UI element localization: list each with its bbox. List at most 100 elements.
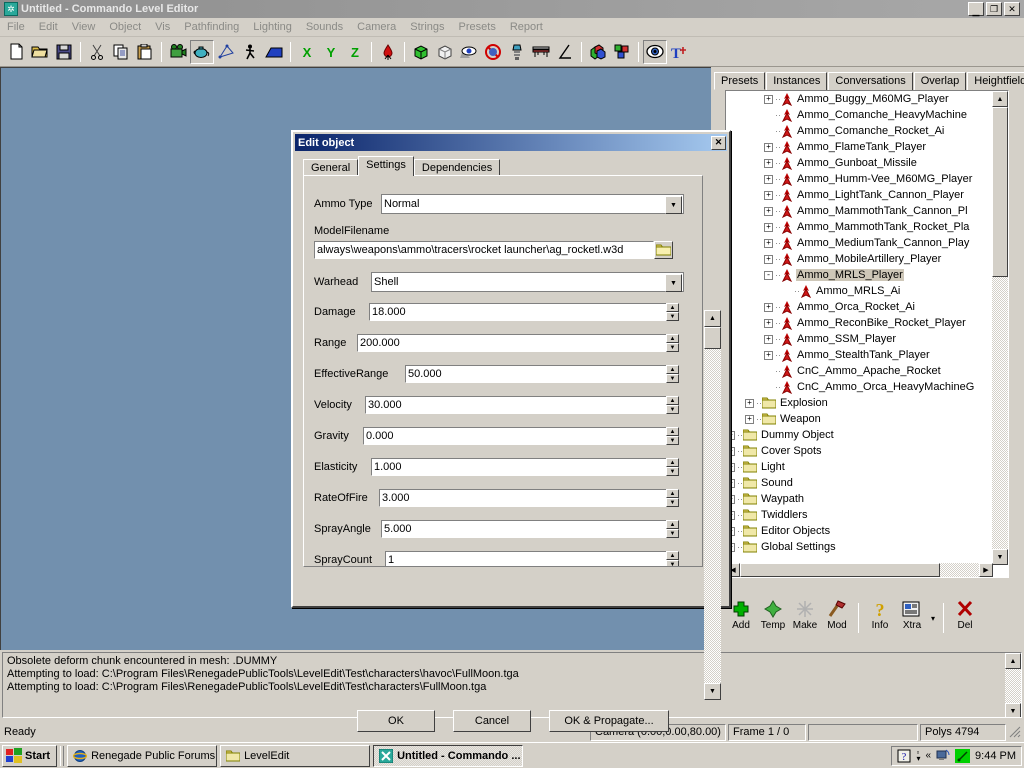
- taskbar-item[interactable]: LevelEdit: [220, 745, 370, 767]
- rotate-icon[interactable]: [214, 40, 238, 64]
- expand-icon[interactable]: +: [764, 95, 773, 104]
- vis-eye-icon[interactable]: [643, 40, 667, 64]
- axis-y-icon[interactable]: Y: [319, 40, 343, 64]
- tree-item[interactable]: +··Ammo_Gunboat_Missile: [726, 155, 993, 171]
- range-input[interactable]: 200.000: [357, 334, 667, 352]
- menu-item-edit[interactable]: Edit: [32, 19, 65, 35]
- rate-of-fire-input[interactable]: 3.000: [379, 489, 667, 507]
- tree-item[interactable]: +··Ammo_ReconBike_Rocket_Player: [726, 315, 993, 331]
- spray-angle-input[interactable]: 5.000: [381, 520, 667, 538]
- expand-icon[interactable]: +: [745, 399, 754, 408]
- velocity-stepper[interactable]: ▲▼: [666, 396, 679, 414]
- range-stepper[interactable]: ▲▼: [666, 334, 679, 352]
- gravity-stepper[interactable]: ▲▼: [666, 427, 679, 445]
- expand-icon[interactable]: +: [764, 223, 773, 232]
- tree-item[interactable]: +··Ammo_MobileArtillery_Player: [726, 251, 993, 267]
- menu-item-strings[interactable]: Strings: [403, 19, 451, 35]
- xtra-dropdown-arrow[interactable]: ▾: [931, 614, 935, 623]
- tree-item[interactable]: +··Weapon: [726, 411, 993, 427]
- tool-del-button[interactable]: Del: [949, 598, 981, 638]
- tool-info-button[interactable]: ?Info: [864, 598, 896, 638]
- dialog-tab-dependencies[interactable]: Dependencies: [414, 159, 500, 176]
- dialog-close-button[interactable]: ✕: [711, 136, 726, 150]
- log-scroll-up-button[interactable]: ▲: [1005, 653, 1021, 669]
- angle-icon[interactable]: [553, 40, 577, 64]
- tray-chevron-icon[interactable]: «: [925, 750, 931, 761]
- copy-icon[interactable]: [109, 40, 133, 64]
- stepper-down-icon[interactable]: ▼: [666, 405, 679, 414]
- tool-make-button[interactable]: Make: [789, 598, 821, 638]
- tree-scroll-right-button[interactable]: ▶: [979, 563, 993, 577]
- stepper-down-icon[interactable]: ▼: [666, 529, 679, 538]
- expand-icon[interactable]: +: [764, 175, 773, 184]
- tree-hscroll-thumb[interactable]: [740, 563, 940, 577]
- tree-item[interactable]: +··Ammo_Orca_Rocket_Ai: [726, 299, 993, 315]
- network-icon[interactable]: [936, 749, 950, 762]
- text-tool-icon[interactable]: T: [667, 40, 691, 64]
- tree-vertical-scrollbar[interactable]: ▲ ▼: [992, 91, 1008, 565]
- tree-item[interactable]: +··Ammo_FlameTank_Player: [726, 139, 993, 155]
- expand-icon[interactable]: ▫▾: [916, 749, 920, 763]
- presets-tree[interactable]: +··Ammo_Buggy_M60MG_Player··Ammo_Comanch…: [725, 90, 1009, 578]
- menu-item-file[interactable]: File: [0, 19, 32, 35]
- axis-z-icon[interactable]: Z: [343, 40, 367, 64]
- stepper-up-icon[interactable]: ▲: [666, 334, 679, 343]
- dialog-vertical-scrollbar[interactable]: ▲ ▼: [704, 310, 721, 700]
- dialog-scroll-up-button[interactable]: ▲: [704, 310, 721, 327]
- light-icon[interactable]: [505, 40, 529, 64]
- tree-item[interactable]: +··Ammo_StealthTank_Player: [726, 347, 993, 363]
- bridge-icon[interactable]: [529, 40, 553, 64]
- stepper-up-icon[interactable]: ▲: [666, 489, 679, 498]
- expand-icon[interactable]: +: [764, 191, 773, 200]
- drop-icon[interactable]: [376, 40, 400, 64]
- menu-item-vis[interactable]: Vis: [148, 19, 177, 35]
- cancel-button[interactable]: Cancel: [453, 710, 531, 732]
- rate-of-fire-stepper[interactable]: ▲▼: [666, 489, 679, 507]
- velocity-input[interactable]: 30.000: [365, 396, 667, 414]
- tab-instances[interactable]: Instances: [766, 72, 827, 90]
- tree-item[interactable]: +··Editor Objects: [726, 523, 993, 539]
- tree-item[interactable]: ··CnC_Ammo_Orca_HeavyMachineG: [726, 379, 993, 395]
- tree-item[interactable]: +··Ammo_Humm-Vee_M60MG_Player: [726, 171, 993, 187]
- tree-scroll-thumb[interactable]: [992, 107, 1008, 277]
- tree-item[interactable]: +··Global Settings: [726, 539, 993, 555]
- teapot-icon[interactable]: [190, 40, 214, 64]
- no-entry-icon[interactable]: [481, 40, 505, 64]
- maximize-button[interactable]: ❐: [986, 2, 1002, 16]
- tree-horizontal-scrollbar[interactable]: ◀ ▶: [726, 563, 993, 577]
- stepper-down-icon[interactable]: ▼: [666, 343, 679, 352]
- cube-wire-icon[interactable]: [433, 40, 457, 64]
- taskbar-item[interactable]: Renegade Public Forums ...: [67, 745, 217, 767]
- stepper-up-icon[interactable]: ▲: [666, 427, 679, 436]
- rgb-cubes-icon[interactable]: [586, 40, 610, 64]
- expand-icon[interactable]: +: [764, 351, 773, 360]
- menu-item-view[interactable]: View: [65, 19, 103, 35]
- warhead-combo[interactable]: Shell▼: [371, 272, 684, 292]
- tree-item[interactable]: +··Ammo_MediumTank_Cannon_Play: [726, 235, 993, 251]
- tree-item[interactable]: +··Cover Spots: [726, 443, 993, 459]
- tree-scroll-down-button[interactable]: ▼: [992, 549, 1008, 565]
- tab-conversations[interactable]: Conversations: [828, 72, 912, 90]
- tree-item[interactable]: +··Light: [726, 459, 993, 475]
- stepper-down-icon[interactable]: ▼: [666, 312, 679, 321]
- tab-heightfield[interactable]: Heightfield: [967, 72, 1024, 90]
- cut-icon[interactable]: [85, 40, 109, 64]
- eye-shadow-icon[interactable]: [457, 40, 481, 64]
- gravity-input[interactable]: 0.000: [363, 427, 667, 445]
- expand-icon[interactable]: +: [745, 415, 754, 424]
- save-icon[interactable]: [52, 40, 76, 64]
- menu-item-object[interactable]: Object: [102, 19, 148, 35]
- expand-icon[interactable]: +: [764, 255, 773, 264]
- tree-item[interactable]: +··Ammo_MammothTank_Rocket_Pla: [726, 219, 993, 235]
- damage-input[interactable]: 18.000: [369, 303, 667, 321]
- tree-item[interactable]: +··Sound: [726, 475, 993, 491]
- axis-x-icon[interactable]: X: [295, 40, 319, 64]
- tree-item[interactable]: +··Ammo_Buggy_M60MG_Player: [726, 91, 993, 107]
- stepper-down-icon[interactable]: ▼: [666, 560, 679, 567]
- stepper-down-icon[interactable]: ▼: [666, 374, 679, 383]
- tool-temp-button[interactable]: Temp: [757, 598, 789, 638]
- tree-item[interactable]: ··Ammo_Comanche_HeavyMachine: [726, 107, 993, 123]
- expand-icon[interactable]: +: [764, 159, 773, 168]
- new-icon[interactable]: [4, 40, 28, 64]
- expand-icon[interactable]: +: [764, 207, 773, 216]
